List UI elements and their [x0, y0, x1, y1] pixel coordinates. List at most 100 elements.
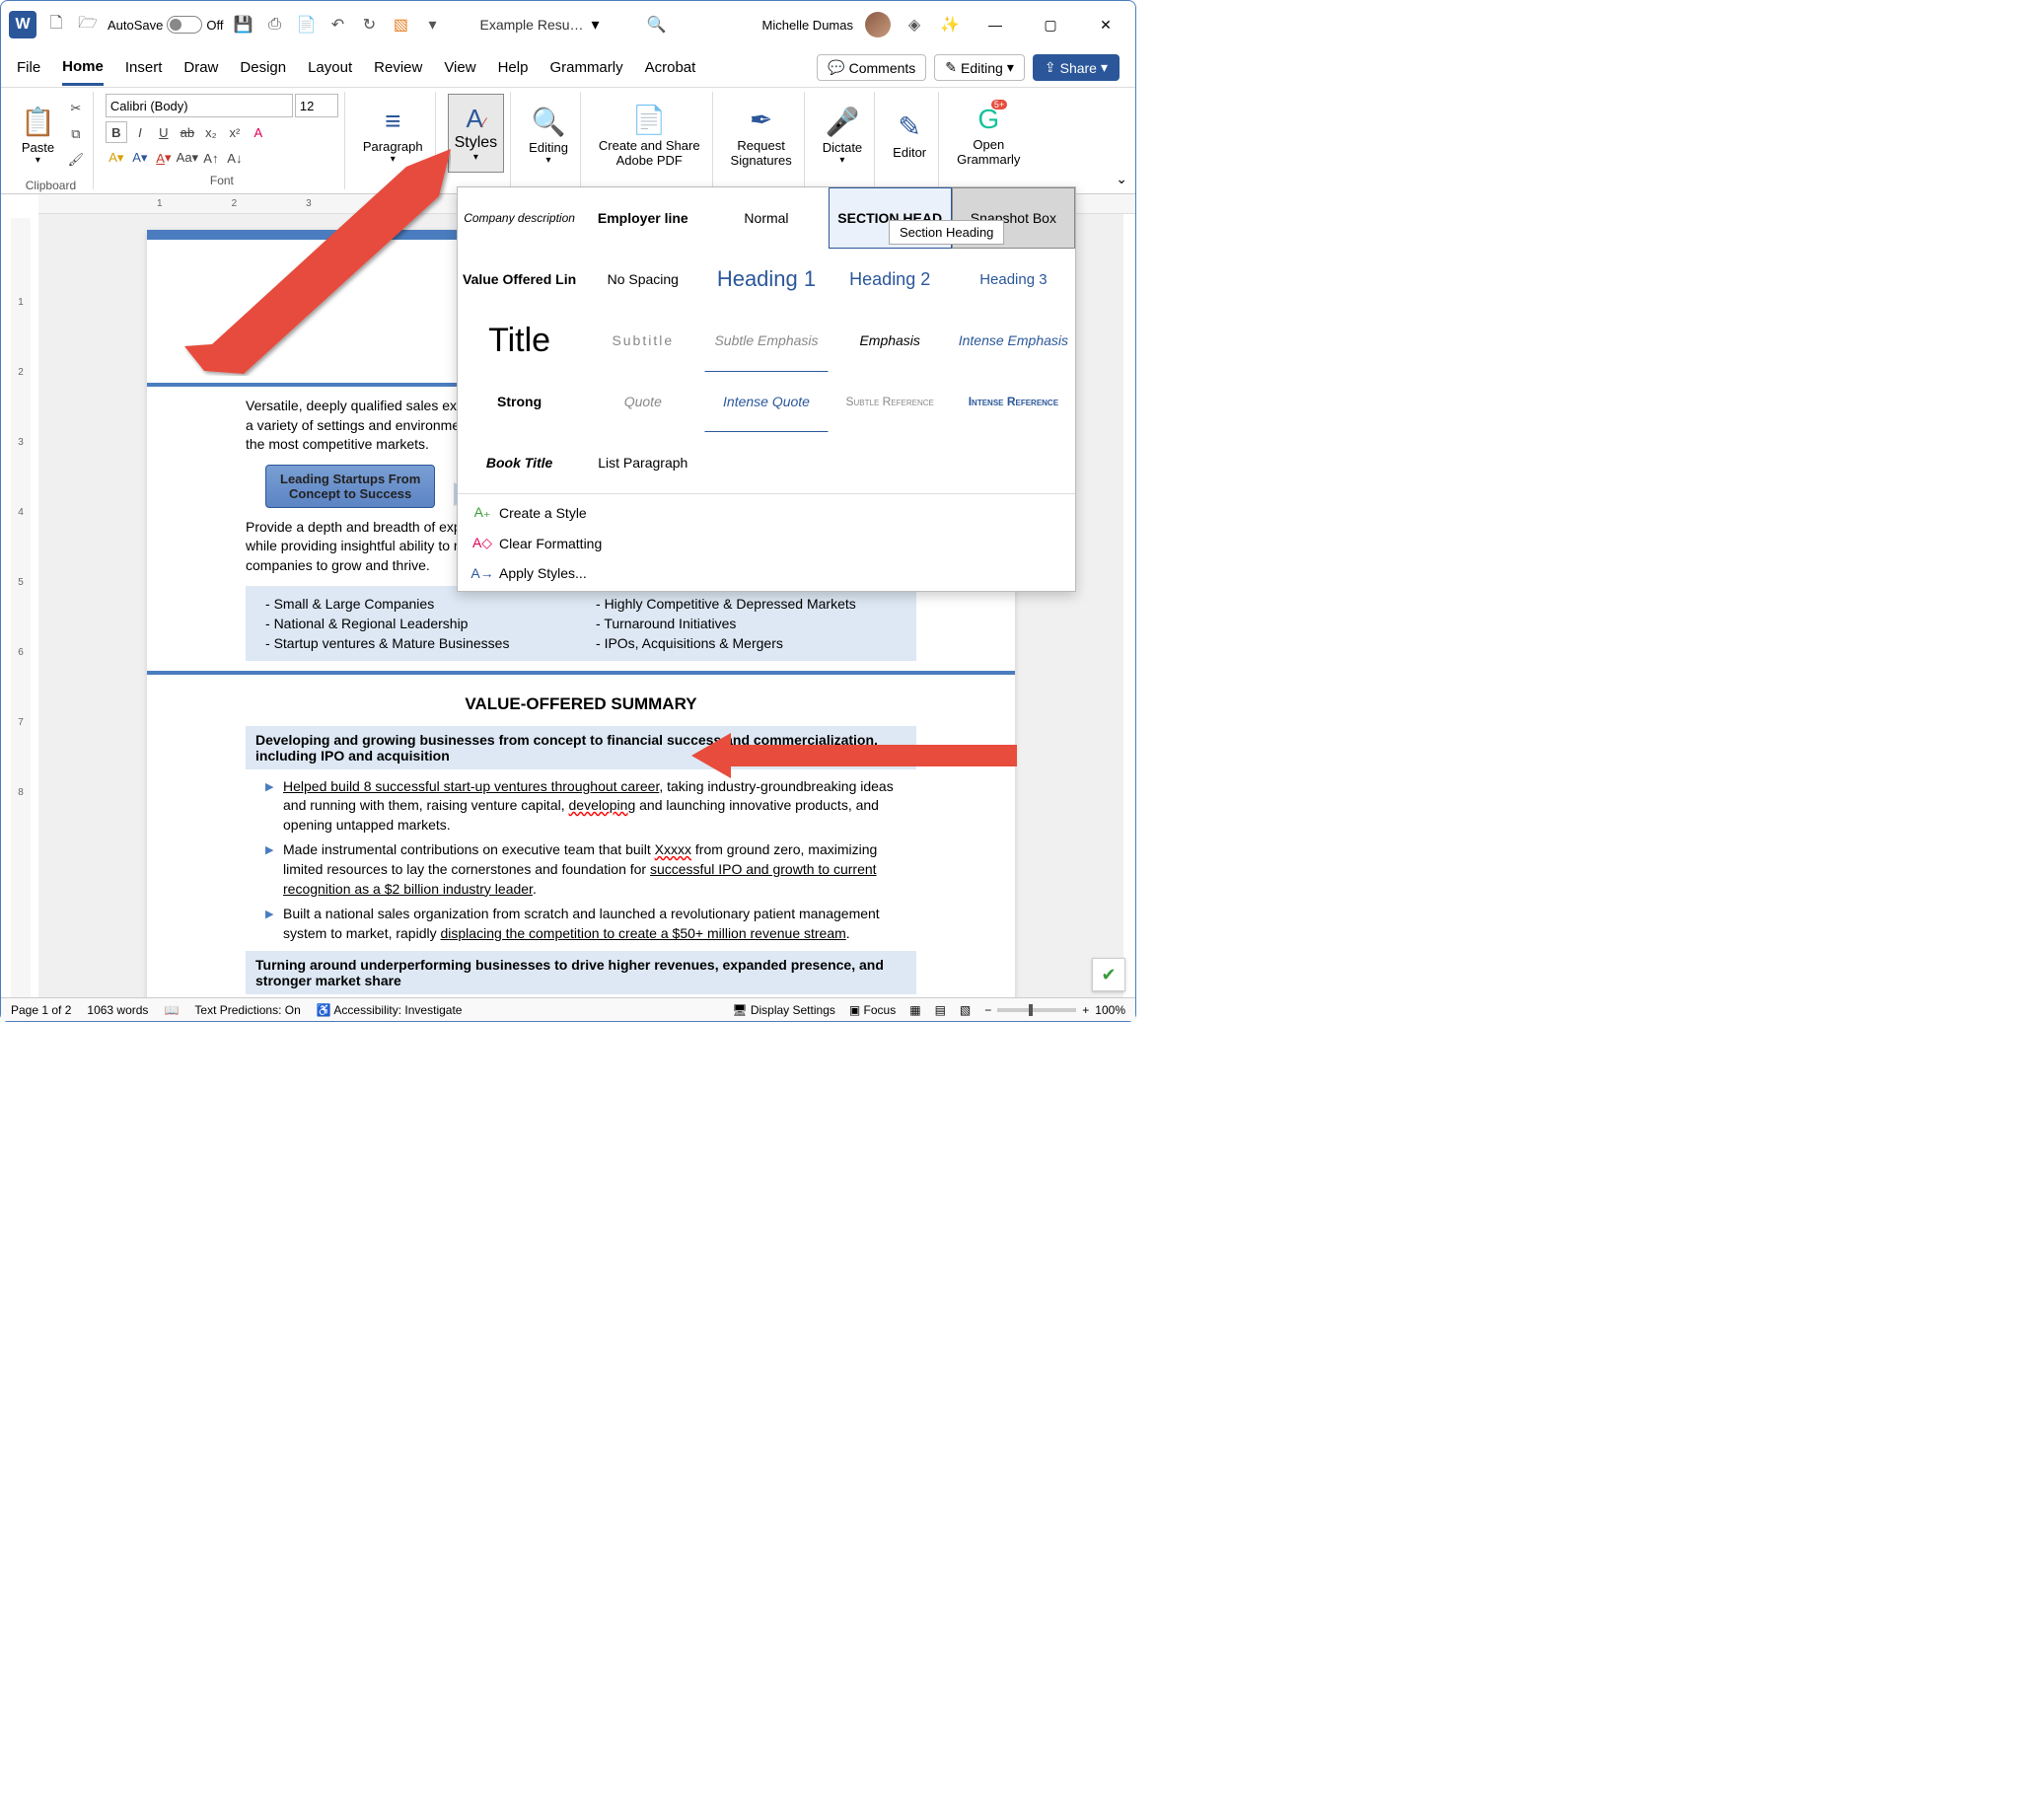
- superscript-button[interactable]: x²: [224, 121, 246, 143]
- clear-formatting-action[interactable]: A◇Clear Formatting: [470, 531, 1063, 555]
- clear-format-icon[interactable]: A: [248, 121, 269, 143]
- page-indicator[interactable]: Page 1 of 2: [11, 1003, 71, 1017]
- word-count[interactable]: 1063 words: [87, 1003, 148, 1017]
- style-option[interactable]: Quote: [581, 371, 704, 432]
- tab-insert[interactable]: Insert: [125, 51, 163, 84]
- accessibility-status[interactable]: ♿ Accessibility: Investigate: [317, 1003, 463, 1017]
- close-button[interactable]: ✕: [1084, 9, 1127, 40]
- undo-icon[interactable]: ↶: [325, 13, 349, 36]
- spell-check-icon[interactable]: 📄: [294, 13, 318, 36]
- focus-mode[interactable]: ▣ Focus: [849, 1003, 896, 1017]
- style-option[interactable]: Normal: [704, 187, 828, 249]
- tab-layout[interactable]: Layout: [308, 51, 352, 84]
- vertical-ruler[interactable]: 12345678: [11, 218, 31, 997]
- open-grammarly-button[interactable]: G5+OpenGrammarly: [951, 94, 1026, 177]
- save-icon[interactable]: 💾: [231, 13, 254, 36]
- wand-icon[interactable]: ✨: [938, 13, 962, 36]
- style-option[interactable]: Emphasis: [829, 310, 952, 371]
- more-qat-icon[interactable]: ▾: [420, 13, 444, 36]
- user-avatar[interactable]: [865, 12, 891, 37]
- underline-button[interactable]: U: [153, 121, 175, 143]
- text-predictions[interactable]: Text Predictions: On: [194, 1003, 300, 1017]
- style-option[interactable]: Heading 3: [952, 249, 1075, 310]
- display-settings[interactable]: 🖥 Display Settings: [732, 1003, 835, 1017]
- font-color-icon[interactable]: A▾: [153, 147, 175, 169]
- style-option[interactable]: Company description: [458, 187, 581, 249]
- style-option[interactable]: Heading 2: [829, 249, 952, 310]
- dictate-button[interactable]: 🎤Dictate▾: [817, 94, 868, 177]
- editing-mode-button[interactable]: ✎ Editing ▾: [934, 54, 1025, 81]
- zoom-out-icon[interactable]: −: [984, 1003, 991, 1017]
- font-name-input[interactable]: [106, 94, 293, 117]
- ribbon: 📋Paste▾ ✂ ⧉ 🖌 Clipboard B I U ab x₂ x² A: [1, 88, 1135, 194]
- italic-button[interactable]: I: [129, 121, 151, 143]
- tab-view[interactable]: View: [444, 51, 475, 84]
- editing-find-button[interactable]: 🔍Editing▾: [523, 94, 574, 177]
- spell-lang-icon[interactable]: 📖: [164, 1003, 179, 1017]
- document-title[interactable]: Example Resu…: [479, 17, 583, 33]
- tab-file[interactable]: File: [17, 51, 40, 84]
- request-signatures-button[interactable]: ✒RequestSignatures: [725, 94, 798, 177]
- editor-button[interactable]: ✎Editor: [887, 94, 932, 177]
- style-option[interactable]: Subtitle: [581, 310, 704, 371]
- cut-icon[interactable]: ✂: [65, 98, 87, 119]
- copy-icon[interactable]: ⧉: [65, 123, 87, 145]
- comments-button[interactable]: 💬 Comments: [817, 54, 926, 81]
- zoom-slider[interactable]: [997, 1008, 1076, 1012]
- text-highlight-icon[interactable]: A▾: [106, 147, 127, 169]
- tab-home[interactable]: Home: [62, 50, 104, 86]
- new-doc-icon[interactable]: 🗋: [44, 13, 68, 36]
- maximize-button[interactable]: ▢: [1029, 9, 1072, 40]
- text-effects-icon[interactable]: A▾: [129, 147, 151, 169]
- strike-button[interactable]: ab: [177, 121, 198, 143]
- create-pdf-button[interactable]: 📄Create and ShareAdobe PDF: [593, 94, 706, 177]
- tab-help[interactable]: Help: [498, 51, 529, 84]
- style-option[interactable]: Intense Quote: [704, 371, 828, 432]
- create-style-action[interactable]: A₊Create a Style: [470, 500, 1063, 525]
- style-option[interactable]: Strong: [458, 371, 581, 432]
- style-option[interactable]: Employer line: [581, 187, 704, 249]
- bold-button[interactable]: B: [106, 121, 127, 143]
- read-mode-icon[interactable]: ▦: [909, 1003, 920, 1017]
- redo-icon[interactable]: ↻: [357, 13, 381, 36]
- paste-button[interactable]: 📋Paste▾: [15, 94, 61, 177]
- toggle-switch[interactable]: [167, 16, 202, 34]
- tab-grammarly[interactable]: Grammarly: [549, 51, 622, 84]
- user-name[interactable]: Michelle Dumas: [762, 18, 853, 33]
- diamond-icon[interactable]: ◈: [903, 13, 926, 36]
- style-option[interactable]: No Spacing: [581, 249, 704, 310]
- style-option[interactable]: Heading 1: [704, 249, 828, 310]
- grammarly-check-badge[interactable]: ✔: [1092, 958, 1125, 991]
- style-option[interactable]: Book Title: [458, 432, 581, 493]
- share-button[interactable]: ⇪ Share ▾: [1033, 54, 1120, 81]
- style-option[interactable]: Intense Reference: [952, 371, 1075, 432]
- style-option[interactable]: List Paragraph: [581, 432, 704, 493]
- zoom-level[interactable]: 100%: [1095, 1003, 1125, 1017]
- style-option[interactable]: Subtle Emphasis: [704, 310, 828, 371]
- tab-draw[interactable]: Draw: [183, 51, 218, 84]
- minimize-button[interactable]: —: [974, 9, 1017, 40]
- tab-review[interactable]: Review: [374, 51, 422, 84]
- open-folder-icon[interactable]: 🗁: [76, 13, 100, 36]
- search-icon[interactable]: 🔍: [645, 13, 669, 36]
- styles-button[interactable]: A⁄Styles▾: [448, 94, 505, 173]
- style-option[interactable]: Intense Emphasis: [952, 310, 1075, 371]
- font-size-input[interactable]: [295, 94, 338, 117]
- autosave-toggle[interactable]: AutoSave Off: [108, 16, 223, 34]
- print-preview-icon[interactable]: ⎙: [262, 13, 286, 36]
- doc-title-chevron-icon[interactable]: ▾: [592, 15, 600, 35]
- web-layout-icon[interactable]: ▧: [960, 1003, 971, 1017]
- tab-acrobat[interactable]: Acrobat: [645, 51, 696, 84]
- print-layout-icon[interactable]: ▤: [935, 1003, 946, 1017]
- style-option[interactable]: Subtle Reference: [829, 371, 952, 432]
- highlight-icon[interactable]: ▧: [389, 13, 412, 36]
- zoom-in-icon[interactable]: +: [1082, 1003, 1089, 1017]
- apply-styles-action[interactable]: A→Apply Styles...: [470, 561, 1063, 585]
- format-painter-icon[interactable]: 🖌: [65, 149, 87, 171]
- collapse-ribbon-icon[interactable]: ⌄: [1116, 171, 1127, 187]
- zoom-control[interactable]: − + 100%: [984, 1003, 1125, 1017]
- style-option[interactable]: Value Offered Lin: [458, 249, 581, 310]
- style-option[interactable]: Title: [458, 310, 581, 371]
- subscript-button[interactable]: x₂: [200, 121, 222, 143]
- tab-design[interactable]: Design: [240, 51, 286, 84]
